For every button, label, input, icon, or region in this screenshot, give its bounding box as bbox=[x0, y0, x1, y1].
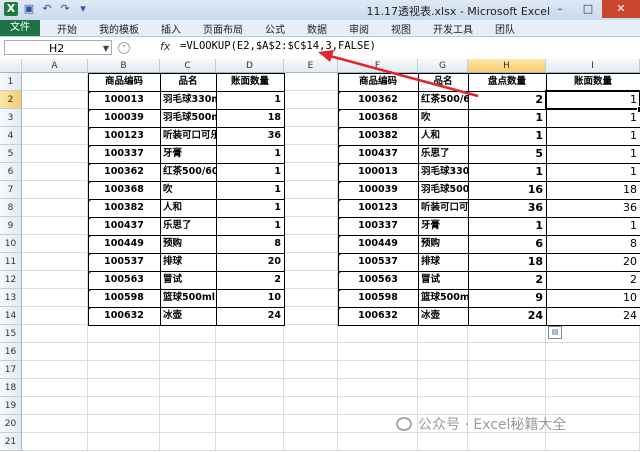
column-header-b[interactable]: B bbox=[88, 59, 160, 73]
tab-review[interactable]: 审阅 bbox=[338, 21, 380, 36]
table-border bbox=[88, 163, 284, 164]
row-header[interactable]: 9 bbox=[0, 217, 22, 235]
gridline bbox=[22, 360, 640, 361]
tab-view[interactable]: 视图 bbox=[380, 21, 422, 36]
table-border bbox=[88, 307, 284, 308]
maximize-icon[interactable]: □ bbox=[574, 0, 602, 18]
title-bar: X ▣ ↶ ↷ ▾ 11.17透视表.xlsx - Microsoft Exce… bbox=[0, 0, 640, 20]
row-header[interactable]: 11 bbox=[0, 253, 22, 271]
tab-developer[interactable]: 开发工具 bbox=[422, 21, 484, 36]
column-header-c[interactable]: C bbox=[160, 59, 216, 73]
gridline bbox=[22, 378, 640, 379]
select-all-corner[interactable] bbox=[0, 59, 22, 73]
table-border bbox=[338, 163, 640, 164]
active-cell-h2[interactable] bbox=[545, 90, 640, 110]
tab-page-layout[interactable]: 页面布局 bbox=[192, 21, 254, 36]
row-header[interactable]: 16 bbox=[0, 343, 22, 361]
chevron-down-icon[interactable]: ▼ bbox=[103, 41, 109, 56]
table-border bbox=[88, 109, 284, 110]
row-header[interactable]: 19 bbox=[0, 397, 22, 415]
name-box-value: H2 bbox=[49, 42, 65, 55]
column-header-f[interactable]: F bbox=[338, 59, 418, 73]
table-border bbox=[88, 199, 284, 200]
table-border bbox=[88, 127, 284, 128]
row-header[interactable]: 13 bbox=[0, 289, 22, 307]
column-header-d[interactable]: D bbox=[216, 59, 284, 73]
insert-function-button[interactable]: fx bbox=[160, 40, 170, 53]
table-border bbox=[338, 181, 640, 182]
gridline bbox=[22, 342, 640, 343]
expand-icon[interactable]: ⌃ bbox=[118, 42, 130, 54]
column-header-a[interactable]: A bbox=[22, 59, 88, 73]
window-title: 11.17透视表.xlsx - Microsoft Excel bbox=[366, 5, 550, 18]
minimize-icon[interactable]: – bbox=[546, 0, 574, 18]
column-header-h[interactable]: H bbox=[468, 59, 546, 73]
column-header-i[interactable]: I bbox=[546, 59, 640, 73]
close-icon[interactable]: ✕ bbox=[602, 0, 640, 18]
row-header[interactable]: 5 bbox=[0, 145, 22, 163]
tab-my-templates[interactable]: 我的模板 bbox=[88, 21, 150, 36]
row-header[interactable]: 10 bbox=[0, 235, 22, 253]
table-border bbox=[338, 235, 640, 236]
row-header[interactable]: 1 bbox=[0, 73, 22, 91]
tab-formulas[interactable]: 公式 bbox=[254, 21, 296, 36]
window-controls: – □ ✕ bbox=[546, 0, 640, 18]
row-header[interactable]: 6 bbox=[0, 163, 22, 181]
table-border bbox=[338, 271, 640, 272]
row-header[interactable]: 21 bbox=[0, 433, 22, 451]
row-header[interactable]: 3 bbox=[0, 109, 22, 127]
row-header[interactable]: 18 bbox=[0, 379, 22, 397]
watermark: 公众号 · Excel秘籍大全 bbox=[396, 414, 566, 434]
gridline bbox=[22, 450, 640, 451]
formula-bar: H2 ▼ ⌃ fx =VLOOKUP(E2,$A$2:$C$14,3,FALSE… bbox=[0, 37, 640, 60]
row-header[interactable]: 20 bbox=[0, 415, 22, 433]
gridline bbox=[22, 396, 640, 397]
watermark-text: 公众号 · Excel秘籍大全 bbox=[418, 417, 567, 433]
table-border bbox=[88, 235, 284, 236]
table-border bbox=[88, 289, 284, 290]
table-border bbox=[88, 271, 284, 272]
table-border bbox=[88, 145, 284, 146]
table-border bbox=[88, 181, 284, 182]
table-border bbox=[88, 253, 284, 254]
row-header[interactable]: 15 bbox=[0, 325, 22, 343]
row-header[interactable]: 7 bbox=[0, 181, 22, 199]
row-header[interactable]: 12 bbox=[0, 271, 22, 289]
tab-file[interactable]: 文件 bbox=[0, 20, 40, 36]
row-header[interactable]: 4 bbox=[0, 127, 22, 145]
ribbon-tabs: 文件 开始 我的模板 插入 页面布局 公式 数据 审阅 视图 开发工具 团队 bbox=[0, 20, 640, 37]
wechat-icon bbox=[396, 417, 412, 431]
table-border bbox=[338, 253, 640, 254]
table-border bbox=[88, 91, 284, 92]
table-border bbox=[338, 217, 640, 218]
row-header[interactable]: 14 bbox=[0, 307, 22, 325]
table-border bbox=[338, 289, 640, 290]
paste-options-icon[interactable]: ▤ bbox=[548, 326, 562, 339]
table-border bbox=[338, 199, 640, 200]
tab-team[interactable]: 团队 bbox=[484, 21, 526, 36]
name-box[interactable]: H2 ▼ bbox=[4, 40, 112, 55]
table-border bbox=[338, 145, 640, 146]
table-border bbox=[338, 307, 640, 308]
tab-data[interactable]: 数据 bbox=[296, 21, 338, 36]
column-header-g[interactable]: G bbox=[418, 59, 468, 73]
row-header[interactable]: 17 bbox=[0, 361, 22, 379]
column-header-e[interactable]: E bbox=[284, 59, 338, 73]
tab-home[interactable]: 开始 bbox=[46, 21, 88, 36]
tab-insert[interactable]: 插入 bbox=[150, 21, 192, 36]
table-border bbox=[88, 217, 284, 218]
formula-input[interactable]: =VLOOKUP(E2,$A$2:$C$14,3,FALSE) bbox=[180, 40, 376, 52]
row-header[interactable]: 2 bbox=[0, 91, 22, 109]
table-border bbox=[338, 127, 640, 128]
row-header[interactable]: 8 bbox=[0, 199, 22, 217]
